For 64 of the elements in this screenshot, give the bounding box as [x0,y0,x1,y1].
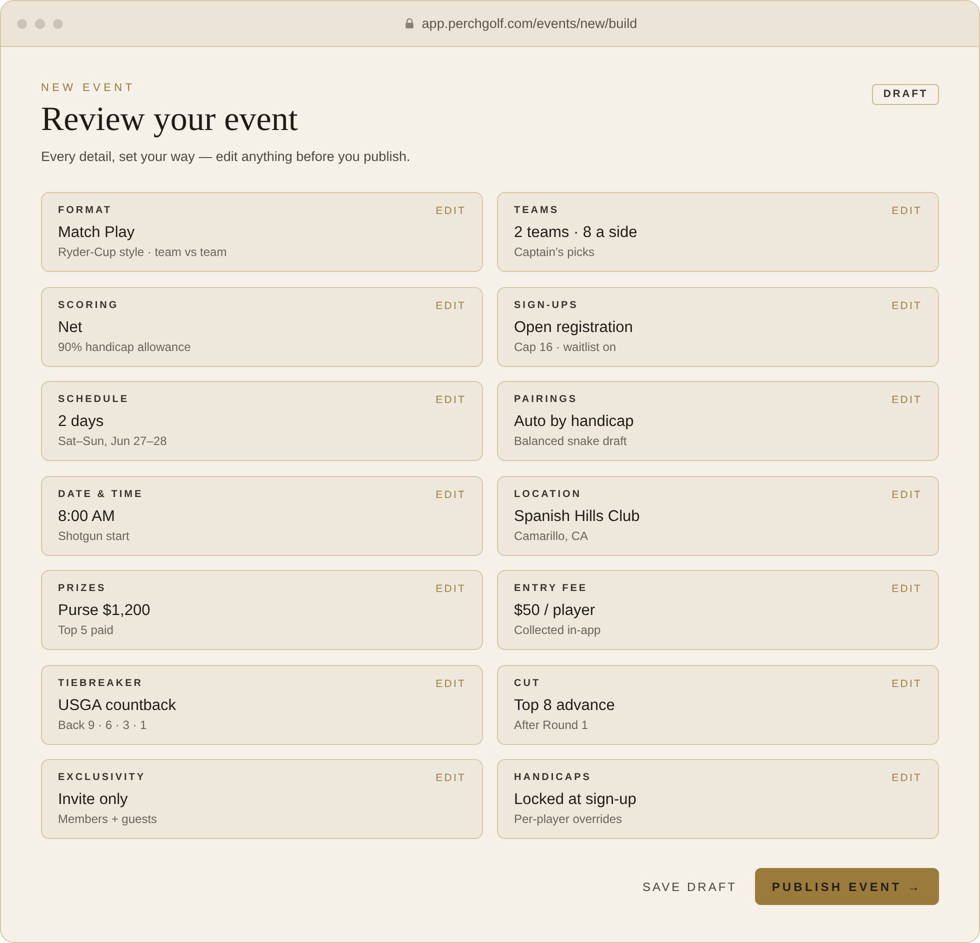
card-value: Locked at sign-up [514,790,638,810]
eyebrow-label: NEW EVENT [41,81,136,95]
card-detail: Top 5 paid [58,622,114,638]
edit-link[interactable]: EDIT [892,488,922,502]
edit-link[interactable]: EDIT [436,393,466,407]
edit-link[interactable]: EDIT [436,676,466,690]
card-detail: Shotgun start [58,528,130,544]
edit-link[interactable]: EDIT [892,771,922,785]
card-label: PAIRINGS [514,393,578,407]
card-value: Purse $1,200 [58,601,152,621]
card-label: SIGN-UPS [514,298,578,312]
card-value: Match Play [58,223,136,243]
card-value: Auto by handicap [514,412,635,432]
card-label: FORMAT [58,204,112,218]
card-detail: Collected in-app [514,622,602,638]
card-detail: Per-player overrides [514,811,624,827]
save-draft-button[interactable]: SAVE DRAFT [640,880,739,894]
card-label: DATE & TIME [58,488,144,502]
card-detail: Cap 16 · waitlist on [514,338,618,354]
card-value: 8:00 AM [58,506,116,526]
edit-link[interactable]: EDIT [892,204,922,218]
edit-link[interactable]: EDIT [436,771,466,785]
card-value: Spanish Hills Club [514,506,641,526]
card-value: USGA countback [58,696,178,716]
card-detail: Captain’s picks [514,244,596,260]
card-detail: Members + guests [58,811,158,827]
card-value: 2 days [58,412,105,432]
page-subtitle: Every detail, set your way — edit anything before you publish. [41,148,410,166]
edit-link[interactable]: EDIT [436,298,466,312]
publish-event-button[interactable]: PUBLISH EVENT → [755,868,939,905]
edit-link[interactable]: EDIT [436,582,466,596]
card-label: CUT [514,676,541,690]
edit-link[interactable]: EDIT [892,676,922,690]
card-value: Top 8 advance [514,696,616,716]
card-detail: Ryder-Cup style · team vs team [58,244,228,260]
card-label: TIEBREAKER [58,676,144,690]
edit-link[interactable]: EDIT [892,582,922,596]
card-detail: Sat–Sun, Jun 27–28 [58,433,168,449]
card-value: Open registration [514,318,634,338]
page-title: Review your event [41,100,299,140]
edit-link[interactable]: EDIT [436,204,466,218]
card-value: 2 teams · 8 a side [514,223,638,243]
card-detail: Camarillo, CA [514,528,590,544]
card-detail: Balanced snake draft [514,433,628,449]
card-label: PRIZES [58,582,106,596]
card-label: HANDICAPS [514,771,592,785]
address-url[interactable]: app.perchgolf.com/events/new/build [422,16,638,31]
edit-link[interactable]: EDIT [892,298,922,312]
edit-link[interactable]: EDIT [436,488,466,502]
card-label: EXCLUSIVITY [58,771,146,785]
card-detail: After Round 1 [514,716,590,732]
card-value: Invite only [58,790,129,810]
card-label: TEAMS [514,204,559,218]
card-label: SCORING [58,298,119,312]
status-badge: DRAFT [872,84,939,105]
card-label: ENTRY FEE [514,582,588,596]
card-value: $50 / player [514,601,596,621]
card-label: SCHEDULE [58,393,130,407]
card-detail: Back 9 · 6 · 3 · 1 [58,716,148,732]
card-label: LOCATION [514,488,582,502]
card-value: Net [58,318,84,338]
lock-icon [404,18,414,29]
card-detail: 90% handicap allowance [58,338,192,354]
edit-link[interactable]: EDIT [892,393,922,407]
